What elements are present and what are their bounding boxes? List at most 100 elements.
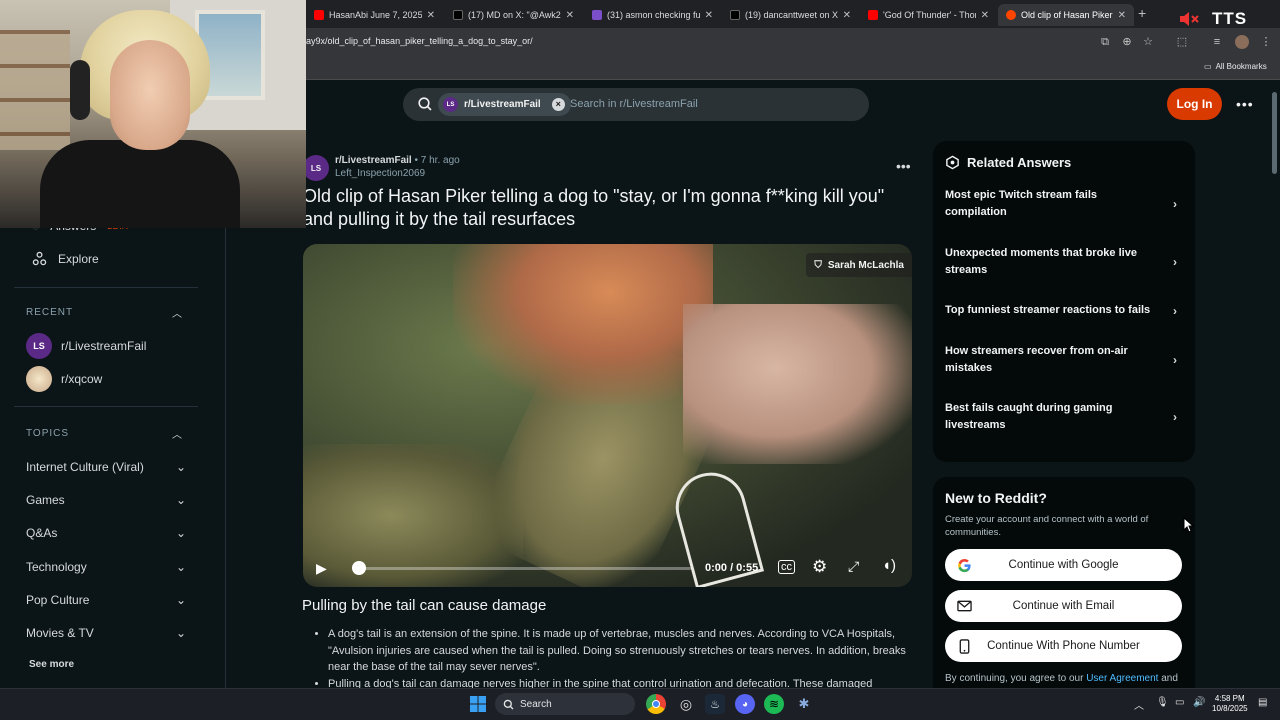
topic-label: Technology xyxy=(26,560,87,574)
microphone-icon[interactable]: 🎙 xyxy=(1156,697,1169,708)
tray-chevron-up-icon[interactable]: ︿ xyxy=(1134,697,1144,712)
chevron-down-icon: ⌄ xyxy=(175,460,186,474)
close-tab-icon[interactable]: ✕ xyxy=(843,10,851,21)
install-app-icon[interactable]: ⧉ xyxy=(1098,35,1112,49)
captions-icon[interactable]: cc xyxy=(778,560,795,574)
browser-menu-icon[interactable]: ⋮ xyxy=(1259,35,1273,49)
tab-label: HasanAbi June 7, 2025 – VOD xyxy=(329,10,422,20)
watermark-label: Sarah McLachla xyxy=(827,259,904,271)
spotify-icon[interactable]: ≋ xyxy=(764,694,784,714)
search-input[interactable]: Search in r/LivestreamFail xyxy=(570,98,698,110)
close-tab-icon[interactable]: ✕ xyxy=(427,10,435,21)
profile-avatar-icon[interactable] xyxy=(1235,35,1249,49)
continue-with-phone-button[interactable]: Continue With Phone Number xyxy=(945,630,1182,662)
close-tab-icon[interactable]: ✕ xyxy=(1118,10,1126,21)
topic-pop-culture[interactable]: Pop Culture ⌄ xyxy=(26,593,186,607)
notification-icon[interactable]: ▤ xyxy=(1258,697,1267,708)
login-button[interactable]: Log In xyxy=(1167,88,1222,120)
related-answer-item[interactable]: Best fails caught during gaming livestre… xyxy=(945,400,1177,434)
topic-technology[interactable]: Technology ⌄ xyxy=(26,560,186,574)
extensions-icon[interactable]: ⬚ xyxy=(1175,35,1189,49)
related-answer-item[interactable]: Unexpected moments that broke live strea… xyxy=(945,245,1177,279)
volume-tray-icon[interactable]: 🔊 xyxy=(1193,697,1205,708)
app-icon[interactable]: ◎ xyxy=(676,694,696,714)
browser-tab-1[interactable]: HasanAbi June 7, 2025 – VOD ✕ xyxy=(306,4,443,26)
video-player[interactable]: ⛉ Sarah McLachla xyxy=(303,244,912,587)
browser-tab-active[interactable]: Old clip of Hasan Piker tel ✕ xyxy=(998,4,1134,26)
tab-label: Old clip of Hasan Piker tel xyxy=(1021,10,1113,20)
fullscreen-icon[interactable]: ⤢ xyxy=(848,558,859,575)
zoom-icon[interactable]: ⊕ xyxy=(1120,35,1134,49)
webcam-face xyxy=(110,40,190,150)
subreddit-avatar: LS xyxy=(443,97,458,112)
clear-scope-icon[interactable]: × xyxy=(551,98,565,111)
see-more-button[interactable]: See more xyxy=(29,659,74,670)
taskbar-clock[interactable]: 4:58 PM 10/8/2025 xyxy=(1212,694,1248,714)
network-icon[interactable]: ▭ xyxy=(1175,697,1184,708)
sidebar-item-label: Explore xyxy=(58,251,99,266)
close-tab-icon[interactable]: ✕ xyxy=(705,10,713,21)
taskbar-search[interactable]: Search xyxy=(495,693,635,715)
close-tab-icon[interactable]: ✕ xyxy=(981,10,989,21)
sidebar-item-explore[interactable]: Explore xyxy=(32,251,99,266)
browser-tab-2[interactable]: (17) MD on X: "@Awk20000" ✕ xyxy=(445,4,582,26)
post-subreddit-link[interactable]: r/LivestreamFail xyxy=(335,155,412,166)
continue-with-email-button[interactable]: Continue with Email xyxy=(945,590,1182,622)
recent-item-livestreamfail[interactable]: LS r/LivestreamFail xyxy=(26,333,146,359)
topic-internet-culture[interactable]: Internet Culture (Viral) ⌄ xyxy=(26,460,186,474)
chevron-right-icon: › xyxy=(1173,254,1177,269)
search-scope-label: r/LivestreamFail xyxy=(464,99,541,110)
chevron-up-icon[interactable]: ︿ xyxy=(172,305,182,320)
topic-movies-tv[interactable]: Movies & TV ⌄ xyxy=(26,626,186,640)
new-to-reddit-title: New to Reddit? xyxy=(945,490,1047,506)
continue-with-google-button[interactable]: Continue with Google xyxy=(945,549,1182,581)
answer-item: A dog's tail is an extension of the spin… xyxy=(328,626,906,676)
network-app-icon[interactable]: ✱ xyxy=(794,694,814,714)
all-bookmarks-button[interactable]: ▭ All Bookmarks xyxy=(1204,62,1267,71)
new-tab-button[interactable]: + xyxy=(1138,5,1146,21)
windows-start-icon[interactable] xyxy=(468,694,488,714)
recent-item-xqcow[interactable]: r/xqcow xyxy=(26,366,102,392)
seek-handle[interactable] xyxy=(352,561,366,575)
continue-google-label: Continue with Google xyxy=(1008,559,1119,571)
tts-overlay-label: TTS xyxy=(1212,9,1248,28)
post-meta: r/LivestreamFail • 7 hr. ago xyxy=(335,155,460,166)
related-answer-item[interactable]: Most epic Twitch stream fails compilatio… xyxy=(945,187,1177,221)
more-options-icon[interactable]: ••• xyxy=(1236,96,1254,112)
media-controls-icon[interactable]: ≡ xyxy=(1210,35,1224,49)
browser-tab-5[interactable]: 'God Of Thunder' - Thor ✕ xyxy=(860,4,997,26)
browser-tab-3[interactable]: (31) asmon checking funny ✕ xyxy=(584,4,721,26)
search-scope-chip[interactable]: LS r/LivestreamFail × xyxy=(438,93,571,116)
related-answer-label: Most epic Twitch stream fails compilatio… xyxy=(945,189,1098,218)
chrome-icon[interactable] xyxy=(646,694,666,714)
browser-tab-4[interactable]: (19) dancanttweet on X: " ✕ xyxy=(722,4,859,26)
post-more-options-icon[interactable]: ••• xyxy=(896,158,911,174)
video-seek-bar[interactable] xyxy=(359,567,691,570)
topic-games[interactable]: Games ⌄ xyxy=(26,493,186,507)
play-icon[interactable]: ▶ xyxy=(316,560,327,577)
bookmark-star-icon[interactable]: ☆ xyxy=(1141,35,1155,49)
scrollbar-thumb[interactable] xyxy=(1272,92,1277,174)
sidebar-divider xyxy=(14,287,198,288)
phone-icon xyxy=(956,638,972,654)
user-agreement-link[interactable]: User Agreement xyxy=(1086,673,1158,684)
topic-label: Movies & TV xyxy=(26,626,94,640)
topic-label: Internet Culture (Viral) xyxy=(26,460,144,474)
chevron-up-icon[interactable]: ︿ xyxy=(172,426,182,441)
related-answer-item[interactable]: How streamers recover from on-air mistak… xyxy=(945,343,1177,377)
post-author-link[interactable]: Left_Inspection2069 xyxy=(335,168,425,179)
subreddit-avatar[interactable]: LS xyxy=(303,155,329,181)
recent-section-title[interactable]: RECENT xyxy=(26,307,73,318)
volume-icon[interactable]: ◖) xyxy=(882,557,896,574)
twitch-favicon-icon xyxy=(592,10,602,20)
settings-gear-icon[interactable]: ⚙ xyxy=(812,557,827,577)
topic-qas[interactable]: Q&As ⌄ xyxy=(26,526,186,540)
url-field[interactable]: ay9x/old_clip_of_hasan_piker_telling_a_d… xyxy=(306,36,533,46)
topics-section-title[interactable]: TOPICS xyxy=(26,428,69,439)
discord-icon[interactable]: ◕ xyxy=(735,694,755,714)
close-tab-icon[interactable]: ✕ xyxy=(566,10,574,21)
chevron-down-icon: ⌄ xyxy=(175,493,186,507)
topic-label: Games xyxy=(26,493,65,507)
steam-icon[interactable]: ♨ xyxy=(705,694,725,714)
related-answer-item[interactable]: Top funniest streamer reactions to fails… xyxy=(945,302,1177,319)
